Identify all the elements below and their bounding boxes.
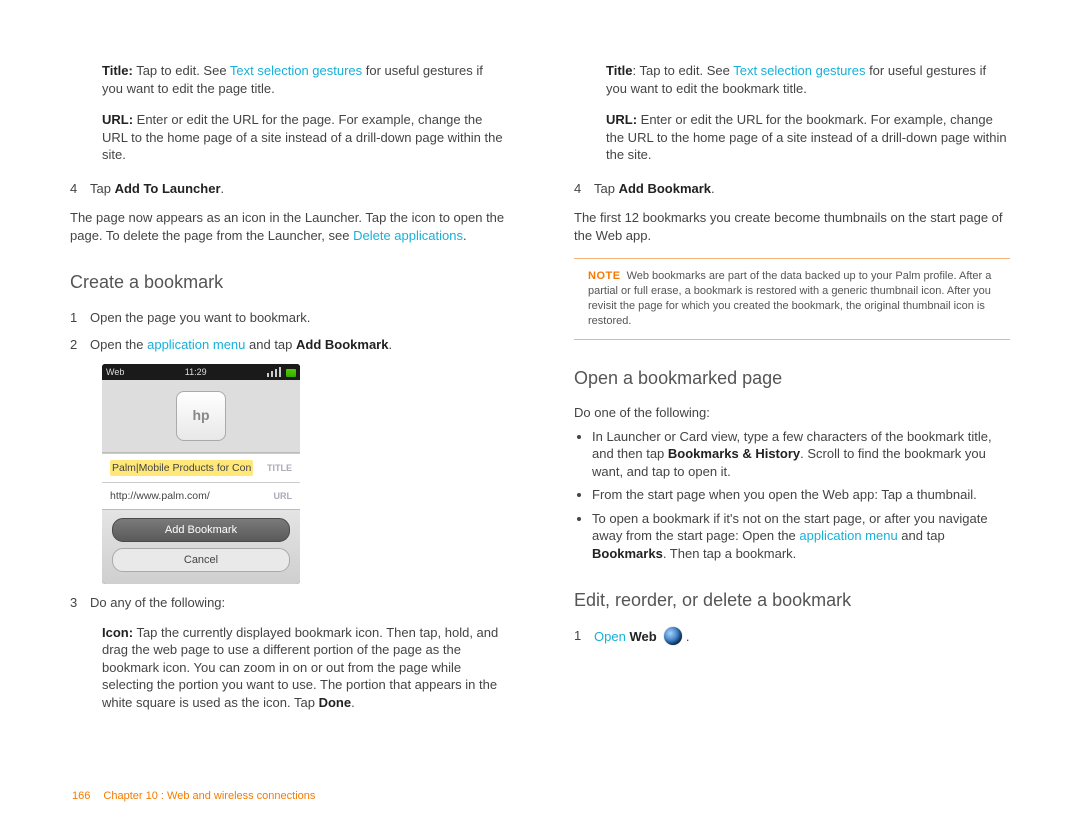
note-box: NOTEWeb bookmarks are part of the data b… xyxy=(574,258,1010,339)
right-column: Title: Tap to edit. See Text selection g… xyxy=(574,62,1010,711)
open-link[interactable]: Open xyxy=(594,629,626,644)
bookmark-thumb-icon: hp xyxy=(176,391,226,441)
cancel-button: Cancel xyxy=(112,548,290,572)
open-options: In Launcher or Card view, type a few cha… xyxy=(574,428,1010,563)
delete-apps-link[interactable]: Delete applications xyxy=(353,228,463,243)
create-step1: 1 Open the page you want to bookmark. xyxy=(70,309,506,327)
url-field: http://www.palm.com/ URL xyxy=(102,482,300,509)
signal-icon xyxy=(267,367,296,377)
heading-create-bookmark: Create a bookmark xyxy=(70,270,506,294)
status-time: 11:29 xyxy=(185,366,207,378)
status-web: Web xyxy=(106,366,124,378)
create-step2: 2 Open the application menu and tap Add … xyxy=(70,336,506,354)
add-bookmark-button: Add Bookmark xyxy=(112,518,290,542)
text-selection-link[interactable]: Text selection gestures xyxy=(230,63,362,78)
web-icon xyxy=(664,627,682,645)
heading-open-bookmarked: Open a bookmarked page xyxy=(574,366,1010,390)
after-step4: The page now appears as an icon in the L… xyxy=(70,209,506,244)
step-4-r: 4 Tap Add Bookmark. xyxy=(574,180,1010,198)
edit-step1: 1 Open Web . xyxy=(574,627,1010,646)
app-menu-link-r[interactable]: application menu xyxy=(799,528,897,543)
step-4: 4 Tap Add To Launcher. xyxy=(70,180,506,198)
page-footer: 166 Chapter 10 : Web and wireless connec… xyxy=(72,790,315,802)
app-menu-link[interactable]: application menu xyxy=(147,337,245,352)
title-para-r: Title: Tap to edit. See Text selection g… xyxy=(606,62,1010,97)
url-para-r: URL: Enter or edit the URL for the bookm… xyxy=(606,111,1010,164)
screenshot-phone: Web 11:29 hp Palm|Mobile Products for Co… xyxy=(102,364,300,584)
create-step3: 3 Do any of the following: xyxy=(70,594,506,612)
after-step4-r: The first 12 bookmarks you create become… xyxy=(574,209,1010,244)
do-one: Do one of the following: xyxy=(574,404,1010,422)
title-para: Title: Tap to edit. See Text selection g… xyxy=(102,62,506,97)
text-selection-link-r[interactable]: Text selection gestures xyxy=(733,63,865,78)
heading-edit-bookmark: Edit, reorder, or delete a bookmark xyxy=(574,588,1010,612)
icon-para: Icon: Tap the currently displayed bookma… xyxy=(102,624,506,712)
title-field: Palm|Mobile Products for Con TITLE xyxy=(102,453,300,482)
left-column: Title: Tap to edit. See Text selection g… xyxy=(70,62,506,711)
url-para: URL: Enter or edit the URL for the page.… xyxy=(102,111,506,164)
